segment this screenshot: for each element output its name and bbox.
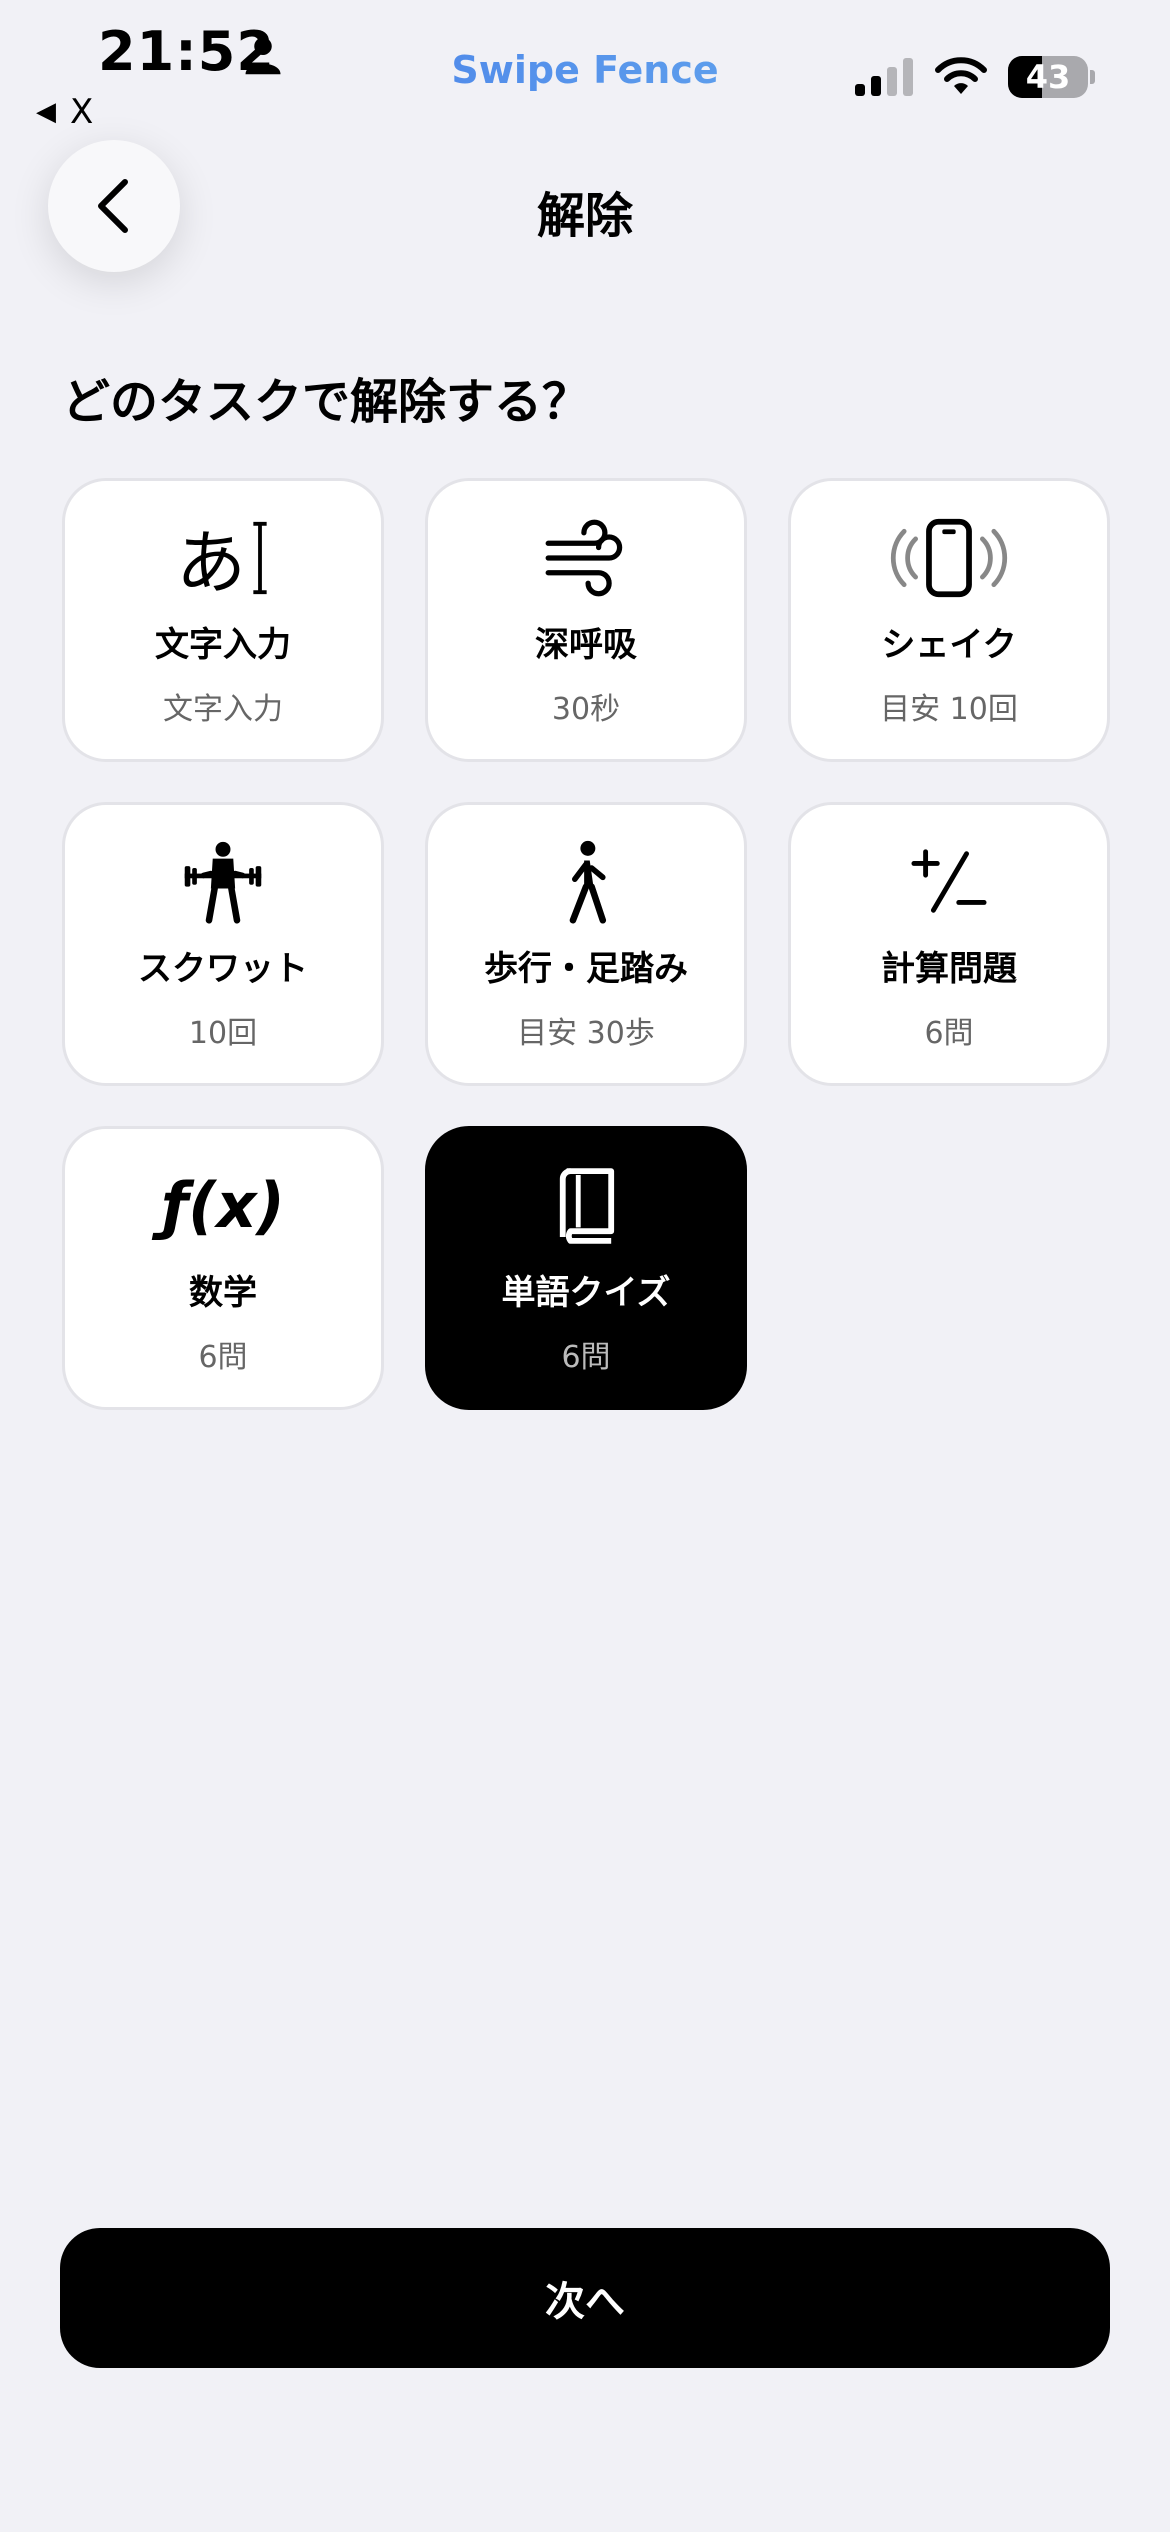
page-title: 解除	[536, 188, 633, 244]
phone-shake-icon	[887, 513, 1011, 603]
task-sub: 30秒	[551, 691, 621, 727]
text-input-icon: あ	[176, 513, 270, 604]
app-brand: Swipe Fence	[0, 48, 1170, 92]
book-icon	[555, 1161, 617, 1251]
task-name: シェイク	[881, 624, 1017, 665]
task-name: 文字入力	[155, 624, 291, 665]
task-card-math[interactable]: ƒ(x) 数学 6問	[62, 1126, 384, 1410]
task-sub: 目安 10回	[880, 691, 1018, 727]
task-card-shake[interactable]: シェイク 目安 10回	[788, 478, 1110, 762]
back-triangle-icon: ◀	[36, 97, 56, 127]
back-to-app-label: X	[70, 92, 94, 132]
walking-icon	[557, 837, 615, 927]
task-sub: 10回	[188, 1015, 258, 1051]
next-button[interactable]: 次へ	[60, 2228, 1110, 2368]
section-heading: どのタスクで解除する？	[62, 374, 591, 430]
text-input-glyph: あ	[176, 522, 246, 604]
task-name: 数学	[189, 1272, 257, 1313]
battery-cap	[1090, 70, 1095, 84]
wifi-icon	[935, 57, 987, 94]
task-name: 歩行・足踏み	[484, 948, 688, 989]
battery-label: 43	[1025, 58, 1071, 96]
task-name: スクワット	[138, 948, 308, 989]
function-glyph: ƒ(x)	[161, 1169, 285, 1242]
battery-indicator: 43	[1008, 56, 1088, 98]
task-card-walking[interactable]: 歩行・足踏み 目安 30歩	[425, 802, 747, 1086]
task-card-word-quiz[interactable]: 単語クイズ 6問	[425, 1126, 747, 1410]
task-name: 単語クイズ	[501, 1272, 671, 1313]
wind-icon	[544, 513, 628, 603]
plus-minus-icon	[910, 837, 988, 927]
task-sub: 文字入力	[163, 691, 283, 727]
task-name: 計算問題	[881, 948, 1017, 989]
back-to-app-link[interactable]: ◀ X	[36, 92, 93, 132]
task-name: 深呼吸	[535, 624, 637, 665]
task-sub: 目安 30歩	[517, 1015, 655, 1051]
task-card-text-input[interactable]: あ 文字入力 文字入力	[62, 478, 384, 762]
cellular-signal-icon	[855, 58, 913, 96]
task-sub: 6問	[561, 1339, 611, 1375]
task-grid: あ 文字入力 文字入力 深呼吸 30秒 シェイク 目安 10回 スクワット 10…	[62, 478, 1110, 1410]
task-card-squat[interactable]: スクワット 10回	[62, 802, 384, 1086]
task-sub: 6問	[198, 1339, 248, 1375]
task-sub: 6問	[924, 1015, 974, 1051]
function-icon: ƒ(x)	[161, 1161, 285, 1251]
task-card-deep-breath[interactable]: 深呼吸 30秒	[425, 478, 747, 762]
task-card-calculation[interactable]: 計算問題 6問	[788, 802, 1110, 1086]
weightlifting-icon	[178, 837, 268, 927]
